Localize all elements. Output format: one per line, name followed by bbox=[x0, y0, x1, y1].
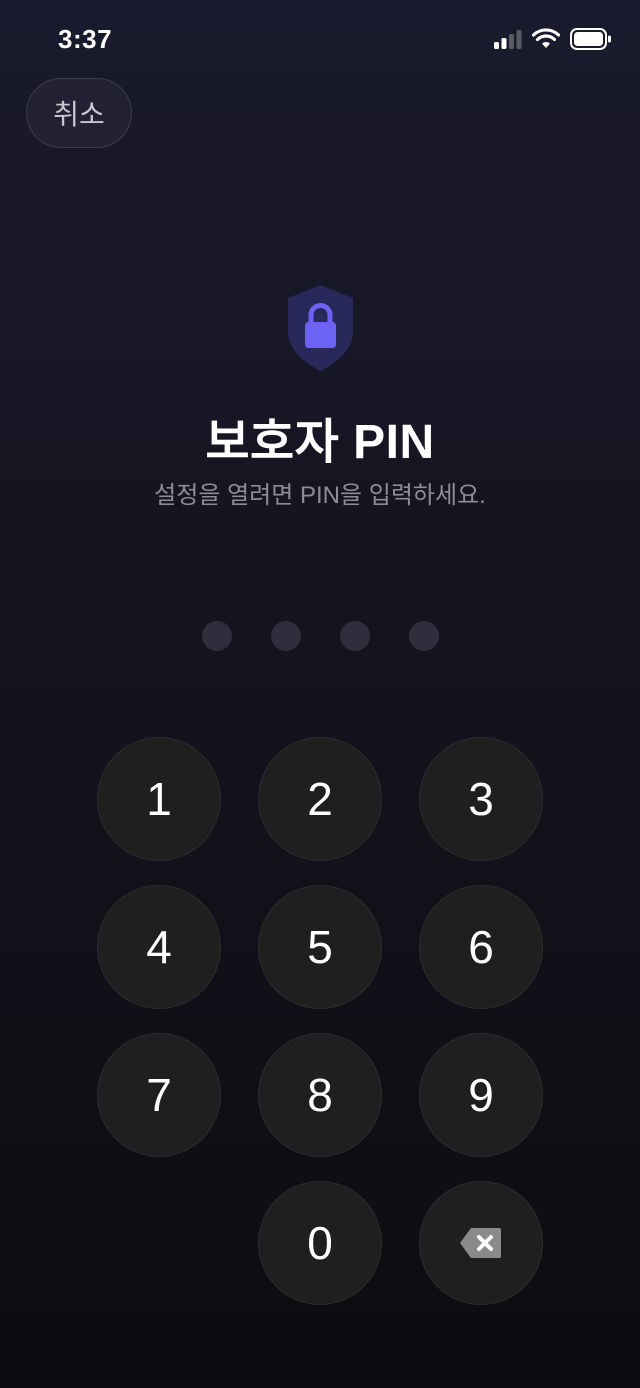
status-icons bbox=[494, 28, 612, 50]
shield-lock-icon bbox=[288, 285, 353, 371]
key-7[interactable]: 7 bbox=[97, 1033, 221, 1157]
cancel-button[interactable]: 취소 bbox=[26, 78, 132, 148]
page-title: 보호자 PIN bbox=[205, 416, 435, 469]
key-3[interactable]: 3 bbox=[419, 737, 543, 861]
keypad: 1 2 3 4 5 6 7 8 9 0 bbox=[0, 0, 640, 1388]
pin-dot bbox=[271, 621, 301, 651]
key-8[interactable]: 8 bbox=[258, 1033, 382, 1157]
key-9[interactable]: 9 bbox=[419, 1033, 543, 1157]
key-5[interactable]: 5 bbox=[258, 885, 382, 1009]
key-1[interactable]: 1 bbox=[97, 737, 221, 861]
key-0[interactable]: 0 bbox=[258, 1181, 382, 1305]
key-2[interactable]: 2 bbox=[258, 737, 382, 861]
pin-dot bbox=[409, 621, 439, 651]
status-time: 3:37 bbox=[58, 24, 113, 54]
page-subtitle: 설정을 열려면 PIN을 입력하세요. bbox=[154, 482, 486, 509]
status-bar: 3:37 bbox=[0, 0, 640, 80]
backspace-icon bbox=[460, 1228, 501, 1258]
backspace-button[interactable] bbox=[419, 1181, 543, 1305]
battery-icon bbox=[570, 28, 611, 50]
key-6[interactable]: 6 bbox=[419, 885, 543, 1009]
key-4[interactable]: 4 bbox=[97, 885, 221, 1009]
pin-dot bbox=[340, 621, 370, 651]
cellular-signal-icon bbox=[494, 30, 522, 49]
pin-indicator bbox=[202, 621, 439, 651]
pin-dot bbox=[202, 621, 232, 651]
wifi-icon bbox=[532, 28, 560, 48]
